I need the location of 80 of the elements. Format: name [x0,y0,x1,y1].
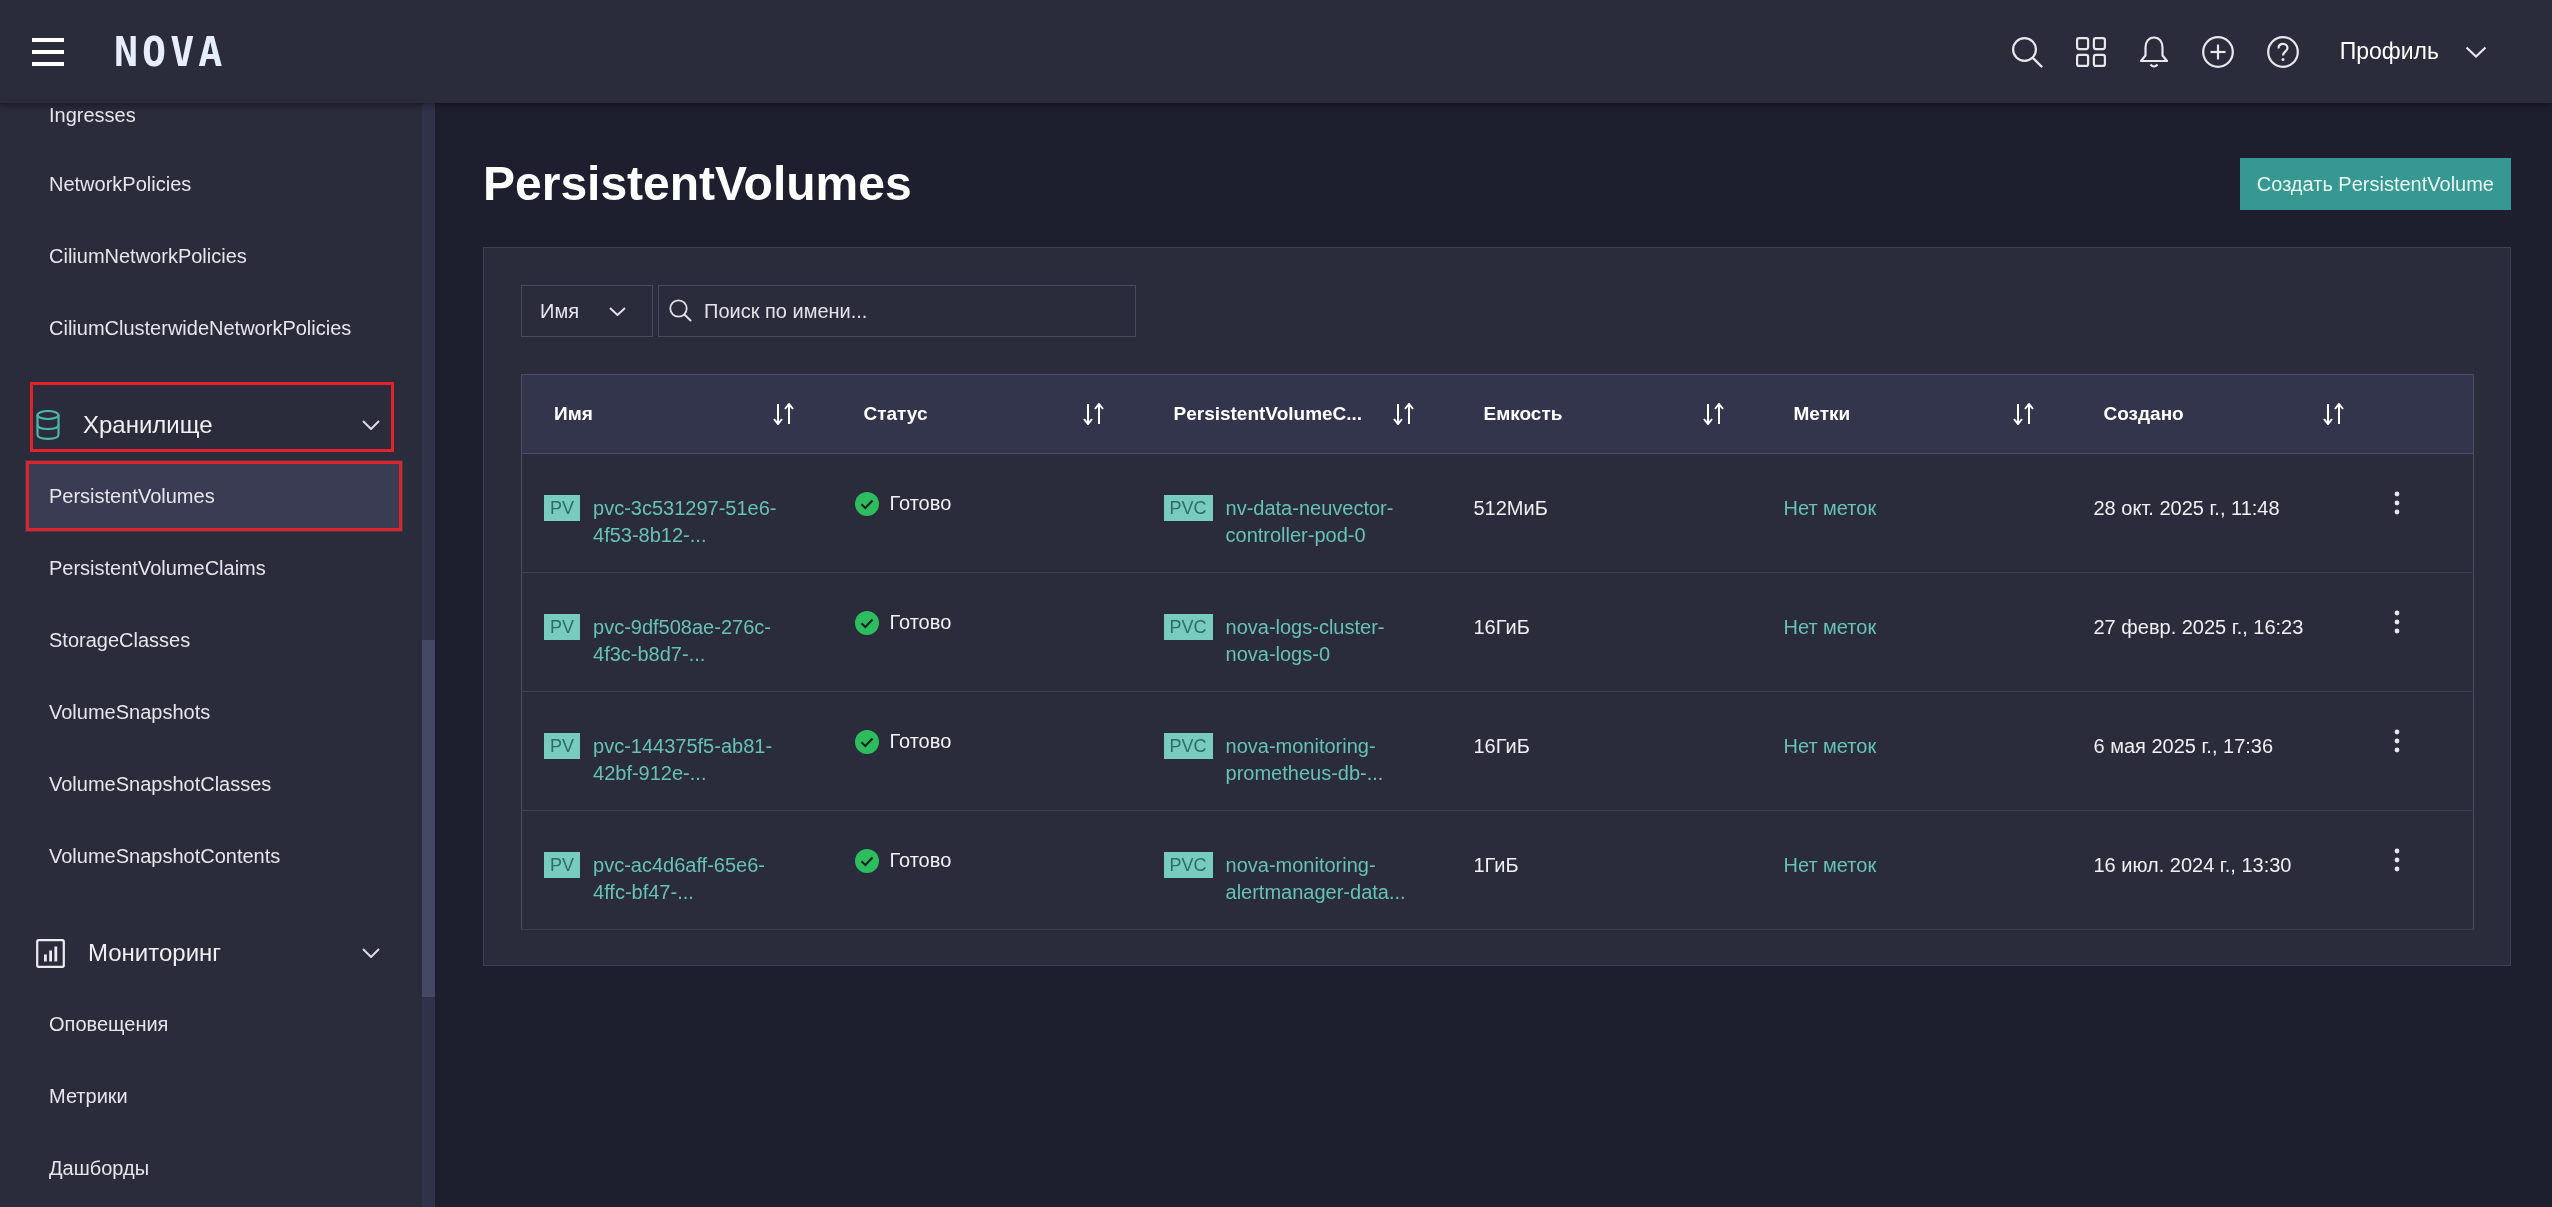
status-text: Готово [889,729,952,754]
resource-type-tag: PVC [1163,733,1213,759]
sidebar-item[interactable]: CiliumNetworkPolicies [25,220,403,292]
capacity-text: 16ГиБ [1473,735,1530,757]
sidebar-item[interactable]: VolumeSnapshotContents [25,820,403,892]
bar-chart-icon [36,938,65,968]
database-icon [36,410,60,440]
sort-icon[interactable] [772,403,794,425]
column-header[interactable]: Метки [1793,403,2034,425]
kebab-menu-icon[interactable] [2393,848,2400,872]
column-header[interactable]: Создано [2103,403,2344,425]
resource-type-tag: PV [544,852,580,878]
help-icon[interactable] [2266,35,2299,68]
capacity-text: 512МиБ [1473,497,1548,519]
column-header[interactable]: PersistentVolumeC... [1173,403,1414,425]
sidebar-item[interactable]: Дашборды [25,1132,403,1204]
status-text: Готово [889,610,952,635]
resource-type-tag: PVC [1163,495,1213,521]
resource-type-tag: PV [544,733,580,759]
sidebar-item[interactable]: Метрики [25,1060,403,1132]
sidebar-item[interactable]: VolumeSnapshots [25,676,403,748]
search-field[interactable]: Поиск по имени... [658,285,1136,337]
volume-name-link[interactable]: pvc-9df508ae-276c-4f3c-b8d7-... [593,614,788,668]
kebab-menu-icon[interactable] [2393,729,2400,753]
capacity-text: 16ГиБ [1473,616,1530,638]
sort-icon[interactable] [1082,403,1104,425]
created-date-text: 27 февр. 2025 г., 16:23 [2093,616,2304,638]
resource-type-tag: PV [544,495,580,521]
kebab-menu-icon[interactable] [2393,610,2400,634]
created-date-text: 6 мая 2025 г., 17:36 [2093,735,2274,757]
grid-icon[interactable] [2075,36,2106,67]
claim-name-link[interactable]: nova-monitoring-prometheus-db-... [1225,733,1421,787]
column-header[interactable]: Емкость [1483,403,1724,425]
resource-type-tag: PVC [1163,852,1213,878]
profile-menu[interactable]: Профиль [2339,38,2487,65]
status-text: Готово [889,848,952,873]
sidebar-item[interactable]: StorageClasses [25,604,403,676]
sidebar-group-header[interactable]: Мониторинг [30,910,394,980]
menu-icon[interactable] [32,37,64,66]
sidebar-item[interactable]: Оповещения [25,988,403,1060]
sidebar-item[interactable]: Ingresses [25,103,403,148]
sidebar-group-header[interactable]: Хранилище [30,382,394,452]
claim-name-link[interactable]: nv-data-neuvector-controller-pod-0 [1225,495,1421,549]
labels-text: Нет меток [1783,854,1877,876]
page-title: PersistentVolumes [483,158,912,210]
chevron-down-icon [2465,45,2487,58]
labels-text: Нет меток [1783,616,1877,638]
sidebar-item[interactable]: VolumeSnapshotClasses [25,748,403,820]
labels-text: Нет меток [1783,735,1877,757]
sort-icon[interactable] [1702,403,1724,425]
resource-type-tag: PVC [1163,614,1213,640]
volume-name-link[interactable]: pvc-144375f5-ab81-42bf-912e-... [593,733,788,787]
resource-type-tag: PV [544,614,580,640]
kebab-menu-icon[interactable] [2393,491,2400,515]
column-header[interactable]: Имя [554,403,794,425]
sidebar-item[interactable]: PersistentVolumes [25,460,403,532]
created-date-text: 16 июл. 2024 г., 13:30 [2093,854,2292,876]
volume-name-link[interactable]: pvc-ac4d6aff-65e6-4ffc-bf47-... [593,852,788,906]
capacity-text: 1ГиБ [1473,854,1519,876]
bell-icon[interactable] [2138,34,2169,69]
status-text: Готово [889,491,952,516]
sidebar-item[interactable]: NetworkPolicies [25,148,403,220]
created-date-text: 28 окт. 2025 г., 11:48 [2093,497,2280,519]
scrollbar-thumb[interactable] [422,640,435,997]
column-header[interactable]: Статус [863,403,1104,425]
sort-icon[interactable] [2012,403,2034,425]
volume-name-link[interactable]: pvc-3c531297-51e6-4f53-8b12-... [593,495,788,549]
search-icon[interactable] [2010,35,2043,68]
logo: NOVA [114,31,227,72]
sidebar-item[interactable]: PersistentVolumeClaims [25,532,403,604]
chevron-down-icon [609,306,626,316]
sort-icon[interactable] [2322,403,2344,425]
plus-circle-icon[interactable] [2201,35,2234,68]
claim-name-link[interactable]: nova-logs-cluster-nova-logs-0 [1225,614,1421,668]
claim-name-link[interactable]: nova-monitoring-alertmanager-data... [1225,852,1421,906]
labels-text: Нет меток [1783,497,1877,519]
sidebar-item[interactable]: CiliumClusterwideNetworkPolicies [25,292,403,364]
filter-dropdown[interactable]: Имя [521,285,653,337]
sort-icon[interactable] [1392,403,1414,425]
search-icon [669,299,692,322]
